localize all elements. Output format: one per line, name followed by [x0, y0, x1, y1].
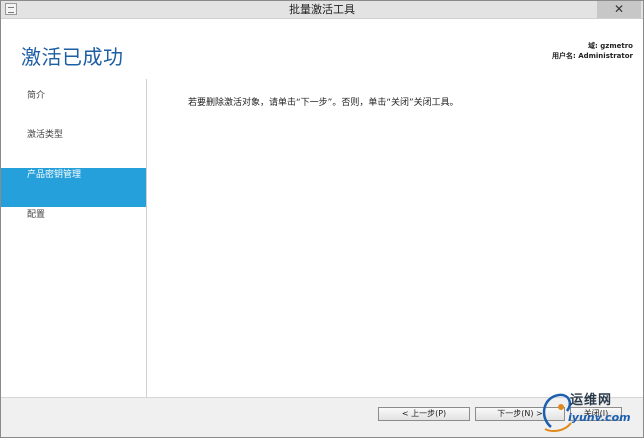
window-close-button[interactable]: ✕ [597, 1, 641, 18]
title-bar: 批量激活工具 ✕ [1, 1, 643, 19]
site-watermark: 运维网 iyunv.com [537, 387, 641, 435]
page-title: 激活已成功 [21, 45, 124, 69]
sidebar-item-label: 产品密钥管理 [27, 170, 82, 180]
sidebar-item-intro[interactable]: 简介 [1, 89, 146, 128]
domain-label: 域: gzmetro [588, 42, 633, 50]
watermark-text-primary: 运维网 [570, 393, 613, 408]
sidebar-item-label: 配置 [27, 210, 46, 220]
activation-window: 批量激活工具 ✕ 激活已成功 域: gzmetro 用户名: Administr… [0, 0, 644, 438]
instruction-text: 若要删除激活对象，请单击“下一步”。否则，单击“关闭”关闭工具。 [188, 98, 459, 108]
previous-button[interactable]: < 上一步(P) [378, 407, 470, 421]
window-title: 批量激活工具 [289, 3, 355, 16]
sidebar-item-label: 激活类型 [27, 130, 64, 140]
close-icon: ✕ [613, 2, 625, 16]
account-info: 域: gzmetro 用户名: Administrator [552, 41, 633, 61]
watermark-text-secondary: iyunv.com [568, 411, 631, 424]
sidebar-item-configuration[interactable]: 配置 [1, 208, 146, 247]
sidebar-item-activation-type[interactable]: 激活类型 [1, 128, 146, 167]
wizard-sidebar: 简介 激活类型 产品密钥管理 配置 [1, 79, 147, 397]
user-label: 用户名: Administrator [551, 52, 633, 60]
sidebar-item-label: 简介 [27, 91, 46, 101]
sidebar-item-product-key-management[interactable]: 产品密钥管理 [1, 168, 146, 207]
